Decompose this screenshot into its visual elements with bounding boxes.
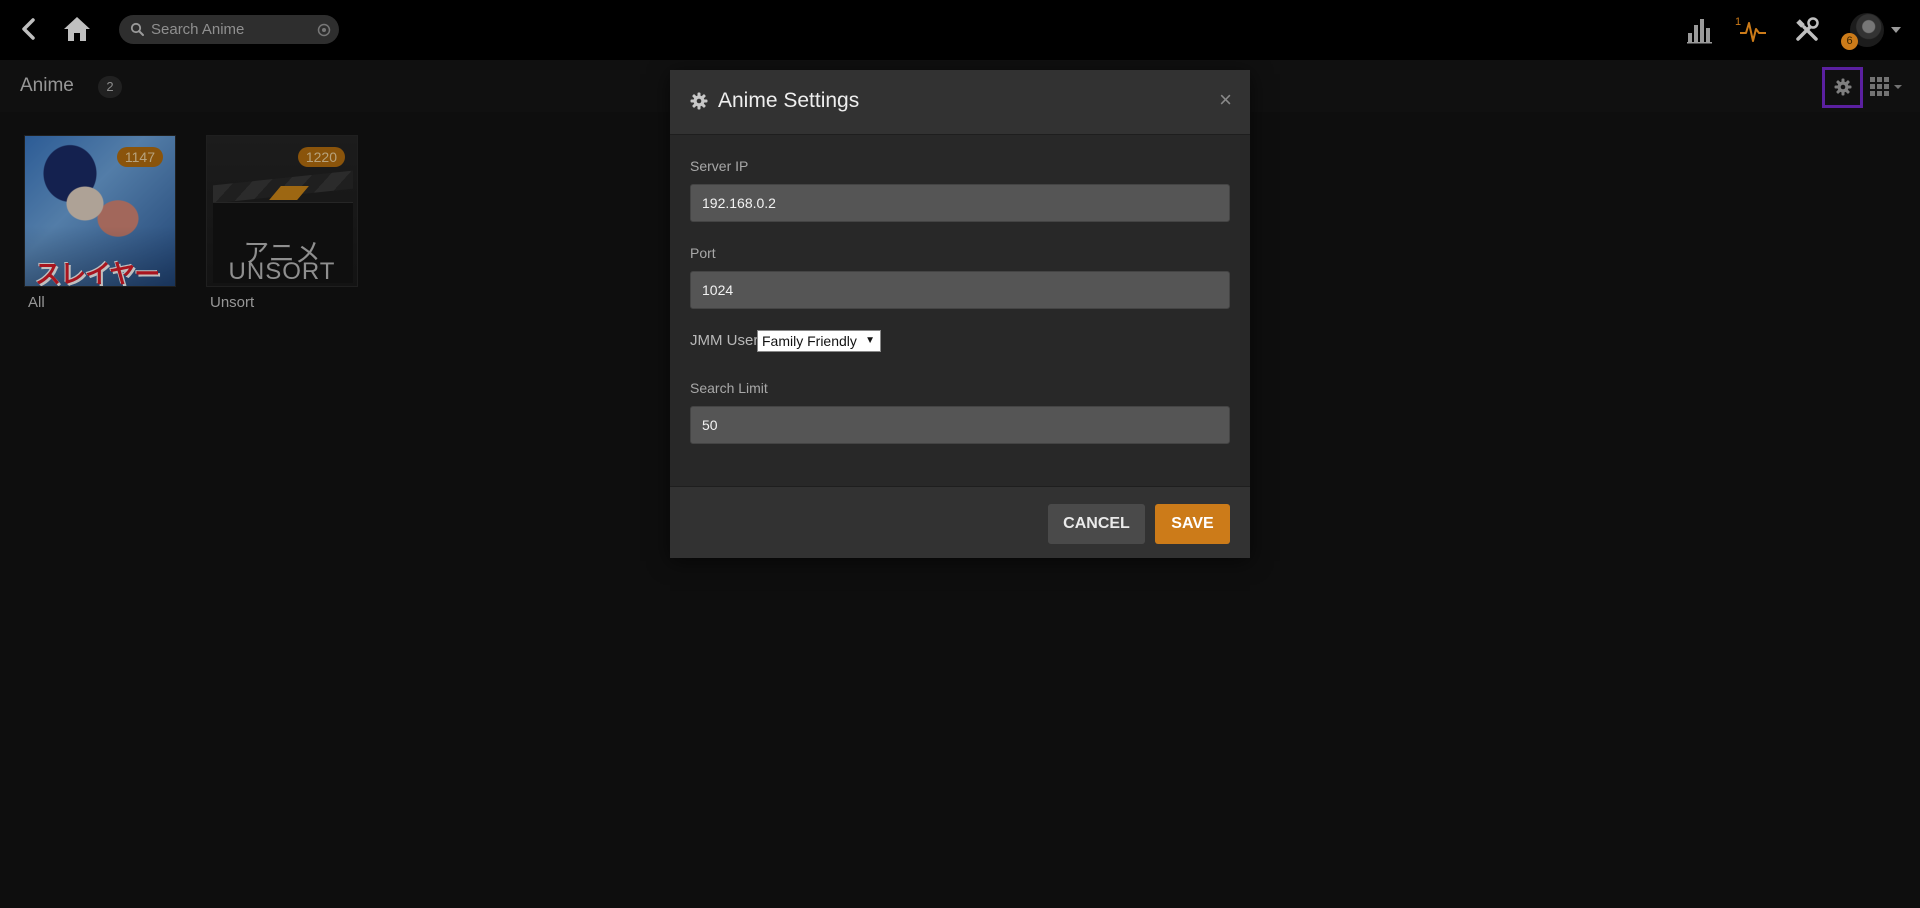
search-box[interactable] bbox=[119, 15, 339, 44]
modal-footer: CANCEL SAVE bbox=[670, 486, 1250, 558]
close-icon[interactable]: × bbox=[1219, 87, 1232, 113]
save-button[interactable]: SAVE bbox=[1155, 504, 1230, 544]
server-ip-field[interactable] bbox=[690, 184, 1230, 222]
search-limit-field[interactable] bbox=[690, 406, 1230, 444]
advanced-search-icon[interactable] bbox=[317, 23, 331, 37]
search-limit-label: Search Limit bbox=[690, 380, 768, 396]
back-icon[interactable] bbox=[14, 14, 44, 44]
home-icon[interactable] bbox=[60, 12, 94, 46]
port-field[interactable] bbox=[690, 271, 1230, 309]
gear-icon bbox=[690, 92, 708, 110]
jmm-user-select[interactable]: Family Friendly ▼ bbox=[757, 330, 881, 352]
cancel-button[interactable]: CANCEL bbox=[1048, 504, 1145, 544]
activity-icon[interactable] bbox=[1738, 15, 1768, 45]
modal-header: Anime Settings × bbox=[670, 70, 1250, 135]
tools-icon[interactable] bbox=[1792, 15, 1822, 45]
stats-icon[interactable] bbox=[1685, 15, 1715, 45]
jmm-user-label: JMM User bbox=[690, 332, 759, 349]
notification-badge: 6 bbox=[1841, 33, 1858, 50]
caret-down-icon[interactable] bbox=[1891, 26, 1901, 34]
modal-title: Anime Settings bbox=[718, 89, 860, 112]
settings-modal: Anime Settings × Server IP Port JMM User… bbox=[670, 70, 1250, 558]
select-arrow-icon: ▼ bbox=[865, 335, 875, 346]
top-bar: 1 6 bbox=[0, 0, 1920, 60]
search-icon bbox=[130, 22, 144, 36]
search-input[interactable] bbox=[151, 15, 301, 44]
jmm-user-selected-value: Family Friendly bbox=[762, 333, 857, 349]
server-ip-label: Server IP bbox=[690, 158, 749, 174]
port-label: Port bbox=[690, 245, 716, 261]
